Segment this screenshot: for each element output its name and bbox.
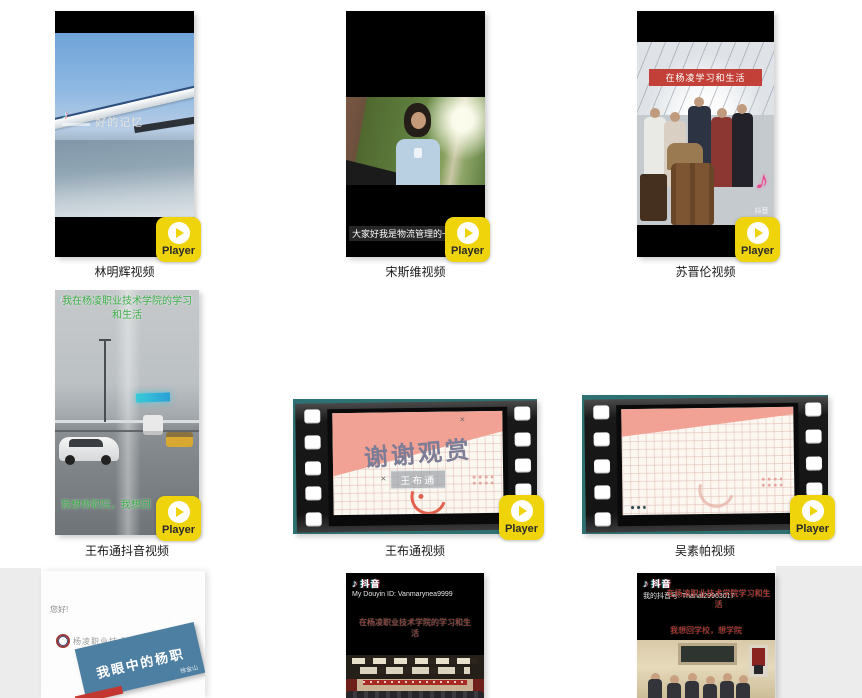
- wall-poster: [749, 645, 768, 677]
- x-doodle: ×: [460, 414, 465, 424]
- video-letterbox-right: [776, 566, 862, 698]
- play-icon: [802, 500, 824, 522]
- play-icon: [747, 222, 769, 244]
- player-button[interactable]: Player: [499, 495, 544, 540]
- player-button[interactable]: Player: [156, 496, 201, 541]
- tiktok-watermark: 抖音: [755, 206, 769, 216]
- video-caption: 王布通视频: [293, 544, 537, 559]
- video-overlay-text: 好的记忆: [95, 114, 143, 130]
- player-button[interactable]: Player: [790, 495, 835, 540]
- player-button[interactable]: Player: [445, 217, 490, 262]
- airplane-wing-scene: ♪ 好的记忆: [55, 33, 194, 217]
- tiktok-icon: ♪: [59, 292, 65, 304]
- video-caption: 林明辉视频: [55, 265, 194, 280]
- x-doodle: ×: [381, 474, 386, 484]
- video-banner-text: 在杨凌学习和生活: [649, 69, 761, 86]
- video-subtitle: 大家好我是物流管理的一: [349, 226, 454, 241]
- tiktok-logo: ♪抖音: [352, 577, 381, 590]
- stage-banner: [363, 680, 468, 685]
- video-caption: 宋斯维视频: [346, 265, 485, 280]
- video-overlay-text: 在杨凌职业技术学院学习和生活: [665, 588, 772, 610]
- tiktok-icon: ♪: [62, 108, 68, 122]
- airport-group-scene: 在杨凌学习和生活 ♪ 抖音: [637, 42, 774, 225]
- slide-title: 我眼中的杨职: [79, 639, 202, 685]
- player-button[interactable]: Player: [156, 217, 201, 262]
- play-icon: [168, 501, 190, 523]
- book-icon: [173, 608, 190, 624]
- player-button[interactable]: Player: [735, 217, 780, 262]
- video-thumbnail-thanal-douyin[interactable]: ♪抖音 我的抖音号: Thanal29963017 在杨凌职业技术学院学习和生活…: [637, 573, 775, 698]
- billboard: [135, 392, 169, 402]
- slide-banner: 我眼中的杨职 徐金山: [75, 622, 205, 698]
- video-overlay-text-bottom: 我想杨职院，我想回: [61, 496, 151, 511]
- video-caption: 王布通抖音视频: [55, 544, 199, 559]
- play-icon: [168, 222, 190, 244]
- video-caption: 吴素帕视频: [582, 544, 828, 559]
- thanks-slide: × × 谢谢观赏 王布通: [332, 411, 503, 515]
- girl-portrait-scene: [346, 97, 485, 185]
- play-icon: [511, 500, 533, 522]
- video-overlay-text: 在杨凌职业技术学院的学习和生活: [356, 617, 474, 639]
- video-thumbnail-xu-slide[interactable]: 您好! 杨凌职业技术学院 我眼中的杨职 徐金山: [41, 571, 205, 698]
- music-note-sticker: ♪: [752, 164, 771, 197]
- author-signature: 徐金山: [179, 662, 199, 675]
- video-wish-text: 我想回学校，想学院: [637, 625, 775, 636]
- conference-hall-scene: [346, 655, 484, 698]
- audience: [346, 691, 484, 698]
- video-overlay-text-top: 我在杨凌职业技术学院的学习和生活: [60, 295, 194, 322]
- play-icon: [457, 222, 479, 244]
- video-caption: 苏晋伦视频: [637, 265, 774, 280]
- douyin-id-text: My Douyin ID: Vanmarynea9999: [352, 591, 453, 598]
- classroom-group-scene: [637, 640, 775, 698]
- slide-greeting: 您好!: [50, 604, 68, 615]
- school-logo: [56, 634, 70, 648]
- video-letterbox-left: [0, 568, 41, 698]
- video-thumbnail-van-douyin[interactable]: ♪抖音 My Douyin ID: Vanmarynea9999 在杨凌职业技术…: [346, 573, 484, 698]
- video-gallery-page: ♪ 好的记忆 Player 林明辉视频 大家好我是物流管理的一 Player 宋…: [0, 0, 862, 698]
- grid-slide: [621, 407, 794, 515]
- smile-doodle: [692, 465, 740, 513]
